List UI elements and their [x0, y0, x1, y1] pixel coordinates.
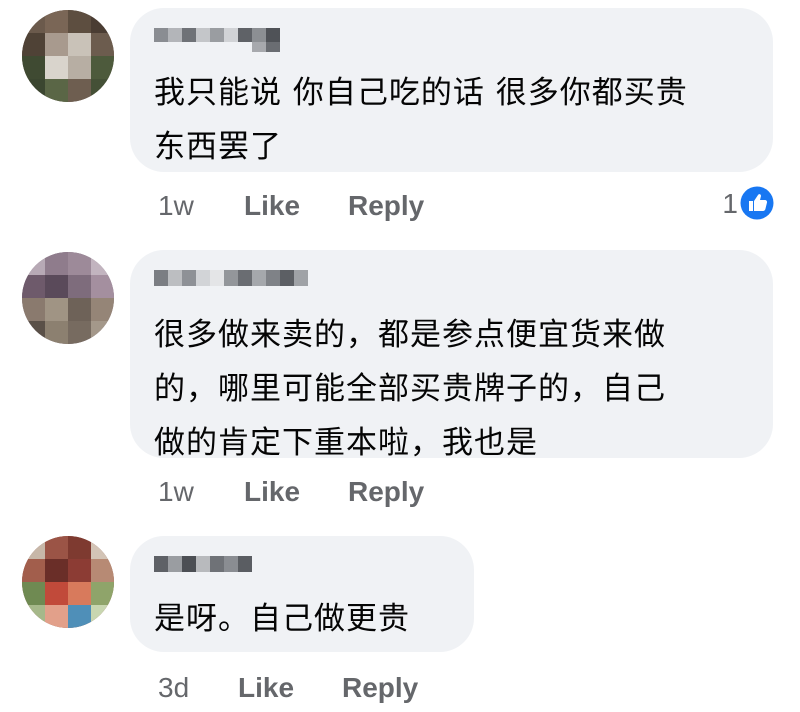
reaction-count: 1: [722, 188, 738, 219]
comment-bubble: 我只能说 你自己吃的话 很多你都买贵 东西罢了: [130, 8, 773, 172]
reply-button[interactable]: Reply: [342, 668, 418, 708]
reaction-summary[interactable]: 1: [690, 184, 774, 224]
comment-actions: 1w Like Reply: [158, 186, 478, 226]
comment-time[interactable]: 3d: [158, 668, 189, 708]
like-button[interactable]: Like: [238, 668, 294, 708]
comment-text: 是呀。自己做更贵: [154, 601, 410, 637]
avatar[interactable]: [22, 536, 114, 628]
comment-actions: 3d Like Reply: [158, 668, 478, 708]
comment-2: 很多做来卖的，都是参点便宜货来做 的，哪里可能全部买贵牌子的，自己 做的肯定下重…: [0, 240, 800, 530]
comment-3: 是呀。自己做更贵 3d Like Reply: [0, 530, 800, 712]
comment-time[interactable]: 1w: [158, 186, 194, 226]
comment-1: 我只能说 你自己吃的话 很多你都买贵 东西罢了 1w Like Reply 1: [0, 0, 800, 240]
author-name[interactable]: [154, 264, 314, 296]
comment-text: 我只能说 你自己吃的话 很多你都买贵 东西罢了: [154, 75, 688, 165]
avatar[interactable]: [22, 252, 114, 344]
reply-button[interactable]: Reply: [348, 186, 424, 226]
comment-time[interactable]: 1w: [158, 472, 194, 512]
comment-bubble: 是呀。自己做更贵: [130, 536, 474, 652]
comment-actions: 1w Like Reply: [158, 472, 478, 512]
comment-bubble: 很多做来卖的，都是参点便宜货来做 的，哪里可能全部买贵牌子的，自己 做的肯定下重…: [130, 250, 773, 461]
author-name[interactable]: [154, 550, 264, 582]
comment-text: 很多做来卖的，都是参点便宜货来做 的，哪里可能全部买贵牌子的，自己 做的肯定下重…: [154, 317, 666, 461]
reply-button[interactable]: Reply: [348, 472, 424, 512]
like-icon: [740, 186, 774, 220]
avatar[interactable]: [22, 10, 114, 102]
like-button[interactable]: Like: [244, 472, 300, 512]
author-name[interactable]: [154, 22, 294, 54]
like-button[interactable]: Like: [244, 186, 300, 226]
